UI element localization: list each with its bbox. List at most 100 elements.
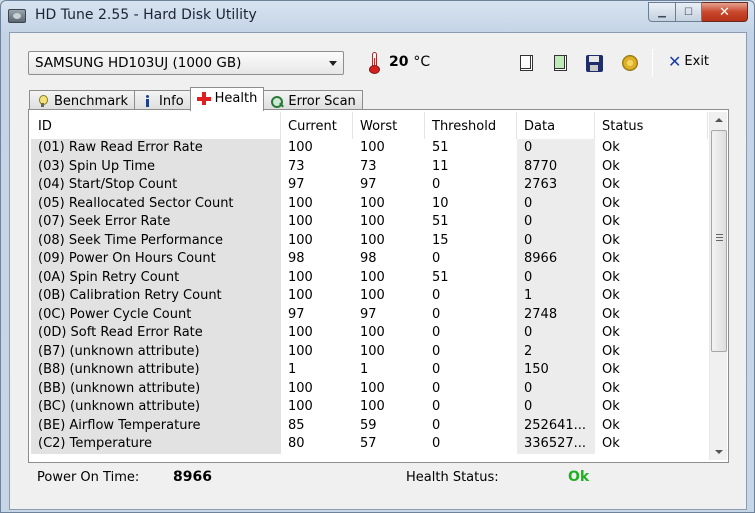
- cell-raw-data: 2: [517, 342, 595, 361]
- health-cross-icon: [196, 92, 211, 105]
- column-header-id[interactable]: ID: [31, 112, 281, 139]
- hard-disk-app-icon[interactable]: [8, 9, 26, 23]
- cell-worst-value: 1: [360, 362, 369, 377]
- table-row[interactable]: (09) Power On Hours Count 98 98 0 8966 Ok: [31, 250, 708, 269]
- tab-health[interactable]: Health: [189, 87, 265, 111]
- minimize-button[interactable]: ▁: [648, 2, 676, 22]
- cell-threshold-value: 51: [432, 269, 449, 285]
- table-row[interactable]: (07) Seek Error Rate 100 100 51 0 Ok: [31, 213, 708, 232]
- cell-status: Ok: [602, 343, 620, 359]
- cell-current-value: 80: [288, 436, 305, 451]
- cell-current-value: 85: [288, 417, 305, 433]
- cell-attribute-id: (0B) Calibration Retry Count: [31, 287, 281, 306]
- cell-threshold-value: 0: [432, 288, 441, 303]
- options-icon: [622, 55, 638, 71]
- drive-select[interactable]: SAMSUNG HD103UJ (1000 GB): [28, 51, 344, 75]
- options-button[interactable]: [618, 51, 642, 75]
- cell-raw-data: 8966: [517, 250, 595, 269]
- cell-current-value: 100: [288, 380, 313, 396]
- table-row[interactable]: (C2) Temperature 80 57 0 336527... Ok: [31, 435, 708, 454]
- cell-attribute-id: (03) Spin Up Time: [31, 157, 281, 176]
- health-status-value: Ok: [568, 469, 590, 485]
- table-row[interactable]: (04) Start/Stop Count 97 97 0 2763 Ok: [31, 176, 708, 195]
- cell-worst-value: 100: [360, 140, 385, 155]
- table-row[interactable]: (03) Spin Up Time 73 73 11 8770 Ok: [31, 157, 708, 176]
- tab-info[interactable]: Info: [134, 90, 191, 111]
- cell-threshold-value: 0: [432, 177, 441, 192]
- cell-status: Ok: [602, 362, 620, 377]
- table-row[interactable]: (0A) Spin Retry Count 100 100 51 0 Ok: [31, 268, 708, 287]
- cell-worst-value: 100: [360, 288, 385, 303]
- cell-threshold-value: 15: [432, 232, 449, 248]
- table-row[interactable]: (0B) Calibration Retry Count 100 100 0 1 Ok: [31, 287, 708, 306]
- cell-attribute-id: (BC) (unknown attribute): [31, 398, 281, 417]
- thermometer-icon: [369, 52, 380, 74]
- tab-label: Health: [214, 91, 258, 106]
- cell-current-value: 100: [288, 140, 313, 155]
- cell-threshold-value: 0: [432, 399, 441, 414]
- table-row[interactable]: (B8) (unknown attribute) 1 1 0 150 Ok: [31, 361, 708, 380]
- table-header: ID Current Worst Threshold Data Status: [31, 112, 708, 139]
- copy-text-button[interactable]: [514, 51, 538, 75]
- cell-worst-value: 100: [360, 343, 385, 359]
- tab-label: Info: [159, 93, 184, 109]
- cell-attribute-id: (BE) Airflow Temperature: [31, 416, 281, 435]
- column-header-data[interactable]: Data: [517, 112, 595, 139]
- cell-attribute-id: (B8) (unknown attribute): [31, 361, 281, 380]
- table-row[interactable]: (08) Seek Time Performance 100 100 15 0 Ok: [31, 231, 708, 250]
- cell-raw-data: 2763: [517, 176, 595, 195]
- table-row[interactable]: (05) Reallocated Sector Count 100 100 10 0 Ok: [31, 194, 708, 213]
- temperature-unit: °C: [413, 54, 431, 70]
- cell-worst-value: 100: [360, 380, 385, 396]
- cell-threshold-value: 0: [432, 417, 441, 433]
- column-header-threshold[interactable]: Threshold: [425, 112, 517, 139]
- exit-button[interactable]: ✕ Exit: [668, 53, 709, 69]
- cell-worst-value: 59: [360, 417, 377, 433]
- cell-status: Ok: [602, 380, 620, 396]
- table-row[interactable]: (0D) Soft Read Error Rate 100 100 0 0 Ok: [31, 324, 708, 343]
- scrollbar-thumb[interactable]: [711, 130, 727, 352]
- cell-raw-data: 0: [517, 379, 595, 398]
- cell-attribute-id: (01) Raw Read Error Rate: [31, 139, 281, 158]
- tab-error-scan[interactable]: Error Scan: [263, 90, 363, 111]
- cell-current-value: 73: [288, 158, 305, 174]
- cell-worst-value: 97: [360, 306, 377, 322]
- smart-attributes-table[interactable]: ID Current Worst Threshold Data Status (…: [31, 112, 708, 460]
- window-title: HD Tune 2.55 - Hard Disk Utility: [35, 7, 257, 23]
- scroll-down-icon[interactable]: [710, 443, 728, 460]
- column-header-status[interactable]: Status: [595, 112, 708, 139]
- temperature-value: 20: [389, 54, 409, 70]
- cell-worst-value: 98: [360, 251, 377, 266]
- tab-benchmark[interactable]: Benchmark: [29, 90, 136, 111]
- tab-bar: Benchmark Info Health Error Scan: [29, 87, 363, 111]
- cell-worst-value: 100: [360, 195, 385, 211]
- table-row[interactable]: (0C) Power Cycle Count 97 97 0 2748 Ok: [31, 305, 708, 324]
- cell-attribute-id: (04) Start/Stop Count: [31, 176, 281, 195]
- close-button[interactable]: ✕: [702, 2, 748, 22]
- cell-attribute-id: (08) Seek Time Performance: [31, 231, 281, 250]
- save-button[interactable]: [582, 51, 606, 75]
- cell-current-value: 100: [288, 269, 313, 285]
- copy-screenshot-button[interactable]: [548, 51, 572, 75]
- cell-status: Ok: [602, 269, 620, 285]
- cell-worst-value: 57: [360, 436, 377, 451]
- cell-current-value: 100: [288, 325, 313, 340]
- title-bar[interactable]: HD Tune 2.55 - Hard Disk Utility ▁ ☐ ✕: [1, 1, 754, 31]
- cell-status: Ok: [602, 214, 620, 229]
- cell-current-value: 1: [288, 362, 297, 377]
- cell-threshold-value: 0: [432, 306, 441, 322]
- cell-attribute-id: (05) Reallocated Sector Count: [31, 194, 281, 213]
- column-header-worst[interactable]: Worst: [353, 112, 425, 139]
- table-row[interactable]: (B7) (unknown attribute) 100 100 0 2 Ok: [31, 342, 708, 361]
- cell-status: Ok: [602, 195, 620, 211]
- vertical-scrollbar[interactable]: [709, 112, 727, 460]
- scroll-up-icon[interactable]: [710, 112, 728, 129]
- cell-worst-value: 100: [360, 214, 385, 229]
- cell-threshold-value: 51: [432, 214, 449, 229]
- table-row[interactable]: (BE) Airflow Temperature 85 59 0 252641... Ok: [31, 416, 708, 435]
- table-row[interactable]: (BB) (unknown attribute) 100 100 0 0 Ok: [31, 379, 708, 398]
- table-row[interactable]: (01) Raw Read Error Rate 100 100 51 0 Ok: [31, 139, 708, 158]
- table-row[interactable]: (BC) (unknown attribute) 100 100 0 0 Ok: [31, 398, 708, 417]
- maximize-button[interactable]: ☐: [676, 2, 702, 22]
- column-header-current[interactable]: Current: [281, 112, 353, 139]
